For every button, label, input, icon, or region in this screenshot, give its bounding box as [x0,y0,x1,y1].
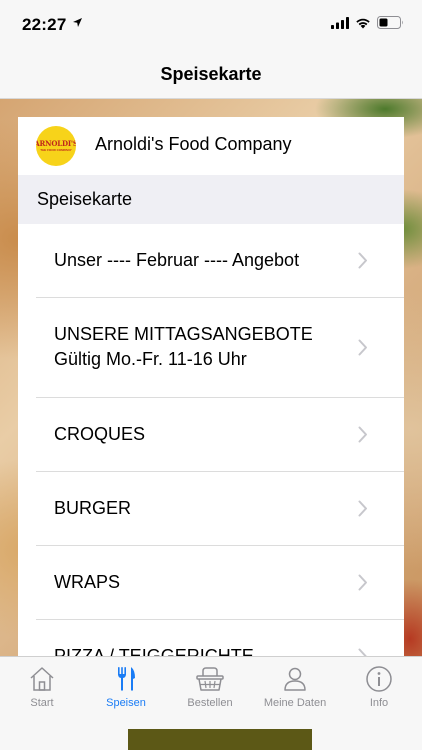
menu-item-mittagsangebote[interactable]: UNSERE MITTAGSANGEBOTE Gültig Mo.-Fr. 11… [36,298,404,398]
menu-item-wraps[interactable]: WRAPS [36,546,404,620]
tab-info[interactable]: Info [337,657,421,717]
menu-item-label: BURGER [54,498,132,518]
menu-item-croques[interactable]: CROQUES [36,398,404,472]
restaurant-logo: ARNOLDI'S THE FOOD COMPANY [36,126,76,166]
tab-label: Meine Daten [263,697,327,709]
battery-icon [377,16,403,29]
screen: 22:27 Speisekarte ARNOLDI'S THE FOOD COM… [0,0,422,750]
status-indicators [331,16,404,29]
menu-item-sublabel: Gültig Mo.-Fr. 11-16 Uhr [54,349,247,369]
navigation-bar: Speisekarte [0,50,422,99]
menu-item-label: CROQUES [54,424,146,444]
restaurant-name: Arnoldi's Food Company [95,134,292,154]
location-arrow-icon [73,18,82,27]
tab-bar: Start Speisen Bestellen Meine Daten Info [0,656,422,716]
menu-item-pizza[interactable]: PIZZA / TEIGGERICHTE [36,620,404,656]
cellular-signal-icon [331,16,349,29]
chevron-right-icon [358,574,367,591]
menu-card: ARNOLDI'S THE FOOD COMPANY Arnoldi's Foo… [18,117,404,656]
logo-subtext: THE FOOD COMPANY [40,148,72,152]
fork-knife-icon [118,667,135,691]
menu-item-label: WRAPS [54,572,121,592]
chevron-right-icon [358,426,367,443]
tab-bestellen[interactable]: Bestellen [168,657,252,717]
tab-label: Bestellen [187,697,233,709]
tab-start[interactable]: Start [0,657,84,717]
menu-item-label: PIZZA / TEIGGERICHTE [54,646,254,656]
menu-item-februar-angebot[interactable]: Unser ---- Februar ---- Angebot [36,224,404,298]
basket-icon [196,667,224,691]
house-icon [30,667,54,691]
page-title: Speisekarte [160,64,262,84]
tab-label: Speisen [106,697,146,709]
chevron-right-icon [358,500,367,517]
status-time: 22:27 [22,15,67,34]
wifi-icon [356,18,370,28]
chevron-right-icon [358,339,367,356]
chevron-right-icon [358,252,367,269]
section-header: Speisekarte [18,175,404,224]
tab-meine-daten[interactable]: Meine Daten [253,657,337,717]
tab-speisen[interactable]: Speisen [84,657,168,717]
tab-label: Info [369,697,389,709]
logo-text: ARNOLDI'S [36,139,76,148]
home-indicator [128,729,312,750]
status-bar: 22:27 [0,0,422,50]
menu-item-burger[interactable]: BURGER [36,472,404,546]
section-title: Speisekarte [37,189,133,209]
restaurant-header: ARNOLDI'S THE FOOD COMPANY Arnoldi's Foo… [18,117,404,175]
chevron-right-icon [358,648,367,656]
person-icon [284,667,306,691]
menu-item-label: UNSERE MITTAGSANGEBOTE [54,324,313,344]
tab-label: Start [30,697,54,709]
info-icon [366,666,392,692]
menu-item-label: Unser ---- Februar ---- Angebot [54,250,300,270]
